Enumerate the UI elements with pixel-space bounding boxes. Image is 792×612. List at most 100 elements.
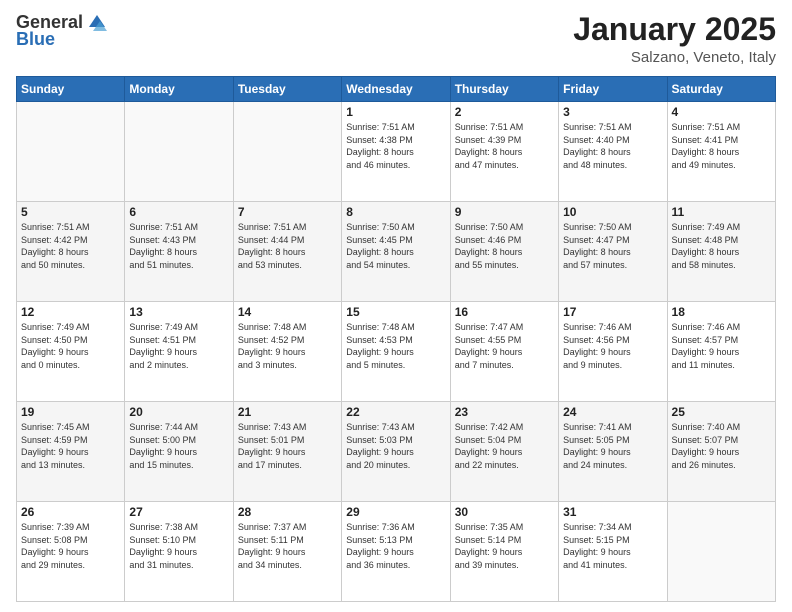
day-number: 29 (346, 505, 445, 519)
day-number: 20 (129, 405, 228, 419)
calendar-cell-w2-d2: 6 Sunrise: 7:51 AM Sunset: 4:43 PM Daylig… (125, 202, 233, 302)
day-info: Sunrise: 7:51 AM Sunset: 4:39 PM Dayligh… (455, 121, 554, 171)
day-info: Sunrise: 7:45 AM Sunset: 4:59 PM Dayligh… (21, 421, 120, 471)
calendar-cell-w2-d7: 11 Sunrise: 7:49 AM Sunset: 4:48 PM Dayli… (667, 202, 775, 302)
day-info: Sunrise: 7:48 AM Sunset: 4:53 PM Dayligh… (346, 321, 445, 371)
day-number: 26 (21, 505, 120, 519)
day-info: Sunrise: 7:48 AM Sunset: 4:52 PM Dayligh… (238, 321, 337, 371)
day-info: Sunrise: 7:43 AM Sunset: 5:03 PM Dayligh… (346, 421, 445, 471)
day-info: Sunrise: 7:43 AM Sunset: 5:01 PM Dayligh… (238, 421, 337, 471)
day-number: 19 (21, 405, 120, 419)
day-number: 31 (563, 505, 662, 519)
col-monday: Monday (125, 77, 233, 102)
calendar-cell-w4-d1: 19 Sunrise: 7:45 AM Sunset: 4:59 PM Dayli… (17, 402, 125, 502)
day-number: 14 (238, 305, 337, 319)
day-info: Sunrise: 7:44 AM Sunset: 5:00 PM Dayligh… (129, 421, 228, 471)
calendar-cell-w1-d2 (125, 102, 233, 202)
day-info: Sunrise: 7:51 AM Sunset: 4:38 PM Dayligh… (346, 121, 445, 171)
logo: General Blue (16, 12, 107, 50)
calendar-cell-w2-d4: 8Sunrise: 7:50 AM Sunset: 4:45 PM Daylig… (342, 202, 450, 302)
calendar-cell-w5-d6: 31 Sunrise: 7:34 AM Sunset: 5:15 PM Dayli… (559, 502, 667, 602)
day-info: Sunrise: 7:42 AM Sunset: 5:04 PM Dayligh… (455, 421, 554, 471)
calendar-week-4: 19 Sunrise: 7:45 AM Sunset: 4:59 PM Dayli… (17, 402, 776, 502)
day-info: Sunrise: 7:37 AM Sunset: 5:11 PM Dayligh… (238, 521, 337, 571)
day-info: Sunrise: 7:41 AM Sunset: 5:05 PM Dayligh… (563, 421, 662, 471)
day-info: Sunrise: 7:49 AM Sunset: 4:48 PM Dayligh… (672, 221, 771, 271)
day-info: Sunrise: 7:35 AM Sunset: 5:14 PM Dayligh… (455, 521, 554, 571)
day-number: 23 (455, 405, 554, 419)
calendar-cell-w3-d2: 13 Sunrise: 7:49 AM Sunset: 4:51 PM Dayli… (125, 302, 233, 402)
calendar-cell-w1-d4: 1 Sunrise: 7:51 AM Sunset: 4:38 PM Daylig… (342, 102, 450, 202)
calendar-cell-w1-d5: 2 Sunrise: 7:51 AM Sunset: 4:39 PM Daylig… (450, 102, 558, 202)
page: General Blue January 2025 Salzano, Venet… (0, 0, 792, 612)
day-number: 30 (455, 505, 554, 519)
day-info: Sunrise: 7:34 AM Sunset: 5:15 PM Dayligh… (563, 521, 662, 571)
day-number: 11 (672, 205, 771, 219)
calendar-cell-w4-d3: 21 Sunrise: 7:43 AM Sunset: 5:01 PM Dayli… (233, 402, 341, 502)
calendar-cell-w2-d5: 9 Sunrise: 7:50 AM Sunset: 4:46 PM Daylig… (450, 202, 558, 302)
calendar-cell-w3-d6: 17Sunrise: 7:46 AM Sunset: 4:56 PM Dayli… (559, 302, 667, 402)
day-number: 25 (672, 405, 771, 419)
location: Salzano, Veneto, Italy (573, 49, 776, 66)
day-info: Sunrise: 7:39 AM Sunset: 5:08 PM Dayligh… (21, 521, 120, 571)
day-number: 9 (455, 205, 554, 219)
day-number: 10 (563, 205, 662, 219)
calendar-cell-w3-d1: 12Sunrise: 7:49 AM Sunset: 4:50 PM Dayli… (17, 302, 125, 402)
logo-icon (87, 13, 107, 33)
col-thursday: Thursday (450, 77, 558, 102)
calendar-cell-w5-d2: 27Sunrise: 7:38 AM Sunset: 5:10 PM Dayli… (125, 502, 233, 602)
calendar-cell-w3-d5: 16Sunrise: 7:47 AM Sunset: 4:55 PM Dayli… (450, 302, 558, 402)
calendar-cell-w4-d6: 24Sunrise: 7:41 AM Sunset: 5:05 PM Dayli… (559, 402, 667, 502)
day-number: 15 (346, 305, 445, 319)
day-info: Sunrise: 7:51 AM Sunset: 4:43 PM Dayligh… (129, 221, 228, 271)
calendar-cell-w3-d3: 14 Sunrise: 7:48 AM Sunset: 4:52 PM Dayli… (233, 302, 341, 402)
day-info: Sunrise: 7:51 AM Sunset: 4:40 PM Dayligh… (563, 121, 662, 171)
day-number: 28 (238, 505, 337, 519)
calendar-cell-w5-d7 (667, 502, 775, 602)
day-info: Sunrise: 7:49 AM Sunset: 4:51 PM Dayligh… (129, 321, 228, 371)
calendar-cell-w3-d4: 15 Sunrise: 7:48 AM Sunset: 4:53 PM Dayli… (342, 302, 450, 402)
day-info: Sunrise: 7:51 AM Sunset: 4:44 PM Dayligh… (238, 221, 337, 271)
day-number: 21 (238, 405, 337, 419)
calendar-cell-w2-d6: 10 Sunrise: 7:50 AM Sunset: 4:47 PM Dayli… (559, 202, 667, 302)
day-number: 5 (21, 205, 120, 219)
calendar-week-3: 12Sunrise: 7:49 AM Sunset: 4:50 PM Dayli… (17, 302, 776, 402)
calendar-cell-w5-d1: 26 Sunrise: 7:39 AM Sunset: 5:08 PM Dayli… (17, 502, 125, 602)
day-info: Sunrise: 7:51 AM Sunset: 4:41 PM Dayligh… (672, 121, 771, 171)
day-number: 6 (129, 205, 228, 219)
day-number: 4 (672, 105, 771, 119)
header: General Blue January 2025 Salzano, Venet… (16, 12, 776, 66)
col-saturday: Saturday (667, 77, 775, 102)
calendar-cell-w1-d3 (233, 102, 341, 202)
calendar-table: Sunday Monday Tuesday Wednesday Thursday… (16, 76, 776, 602)
calendar-header-row: Sunday Monday Tuesday Wednesday Thursday… (17, 77, 776, 102)
col-sunday: Sunday (17, 77, 125, 102)
day-number: 7 (238, 205, 337, 219)
calendar-week-2: 5Sunrise: 7:51 AM Sunset: 4:42 PM Daylig… (17, 202, 776, 302)
day-number: 18 (672, 305, 771, 319)
day-number: 2 (455, 105, 554, 119)
day-number: 16 (455, 305, 554, 319)
day-info: Sunrise: 7:40 AM Sunset: 5:07 PM Dayligh… (672, 421, 771, 471)
calendar-cell-w1-d6: 3Sunrise: 7:51 AM Sunset: 4:40 PM Daylig… (559, 102, 667, 202)
day-number: 13 (129, 305, 228, 319)
header-right: January 2025 Salzano, Veneto, Italy (573, 12, 776, 66)
day-number: 17 (563, 305, 662, 319)
day-number: 8 (346, 205, 445, 219)
day-number: 27 (129, 505, 228, 519)
calendar-cell-w4-d5: 23 Sunrise: 7:42 AM Sunset: 5:04 PM Dayli… (450, 402, 558, 502)
calendar-cell-w2-d1: 5Sunrise: 7:51 AM Sunset: 4:42 PM Daylig… (17, 202, 125, 302)
day-number: 1 (346, 105, 445, 119)
day-info: Sunrise: 7:49 AM Sunset: 4:50 PM Dayligh… (21, 321, 120, 371)
day-number: 22 (346, 405, 445, 419)
day-info: Sunrise: 7:50 AM Sunset: 4:46 PM Dayligh… (455, 221, 554, 271)
col-wednesday: Wednesday (342, 77, 450, 102)
day-info: Sunrise: 7:50 AM Sunset: 4:47 PM Dayligh… (563, 221, 662, 271)
calendar-cell-w5-d4: 29Sunrise: 7:36 AM Sunset: 5:13 PM Dayli… (342, 502, 450, 602)
calendar-week-1: 1 Sunrise: 7:51 AM Sunset: 4:38 PM Daylig… (17, 102, 776, 202)
logo-blue-text: Blue (16, 29, 55, 50)
calendar-cell-w1-d7: 4 Sunrise: 7:51 AM Sunset: 4:41 PM Daylig… (667, 102, 775, 202)
calendar-cell-w4-d2: 20 Sunrise: 7:44 AM Sunset: 5:00 PM Dayli… (125, 402, 233, 502)
calendar-cell-w5-d3: 28 Sunrise: 7:37 AM Sunset: 5:11 PM Dayli… (233, 502, 341, 602)
col-tuesday: Tuesday (233, 77, 341, 102)
